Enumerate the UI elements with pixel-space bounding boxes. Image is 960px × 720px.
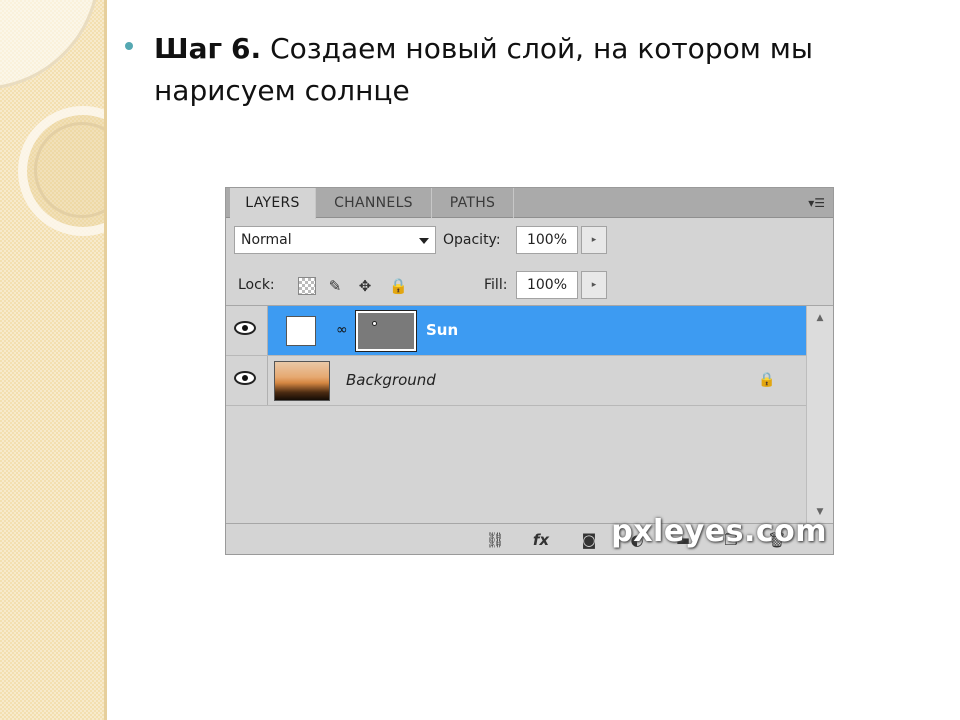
panel-tab-bar: LAYERS CHANNELS PATHS ▾☰ <box>226 188 833 219</box>
fill-input[interactable]: 100% <box>516 271 578 299</box>
opacity-slider-button[interactable]: ▸ <box>581 226 607 254</box>
link-layers-icon[interactable]: ⛓ <box>481 530 509 550</box>
step-label: Шаг <box>154 32 223 65</box>
step-text-line2: нарисуем солнце <box>154 74 410 107</box>
scroll-up-icon[interactable]: ▲ <box>807 308 833 328</box>
step-text-line1: Создаем новый слой, на котором мы <box>270 32 813 65</box>
bullet-icon <box>125 42 133 50</box>
tab-layers[interactable]: LAYERS <box>230 188 316 219</box>
blend-mode-value: Normal <box>241 232 292 248</box>
slide-bullet-text: Шаг 6. Создаем новый слой, на котором мы… <box>154 28 914 112</box>
layers-list: ∞ Sun Background 🔒 ▲ ▼ <box>226 305 833 524</box>
decorative-circle <box>0 0 100 90</box>
fill-label: Fill: <box>484 277 508 293</box>
lock-transparency-icon[interactable] <box>298 277 316 295</box>
fx-icon[interactable]: fx <box>526 530 556 550</box>
eye-icon <box>234 321 256 335</box>
layer-name[interactable]: Background <box>346 356 436 405</box>
watermark: pxleyes.com <box>611 514 827 549</box>
layer-row-sun[interactable]: ∞ Sun <box>226 306 806 356</box>
lock-pixels-icon[interactable]: ✎ <box>326 277 344 295</box>
lock-icon: 🔒 <box>758 372 776 388</box>
layer-name[interactable]: Sun <box>426 306 458 355</box>
add-mask-icon[interactable]: ◙ <box>578 530 600 550</box>
decorative-side-band <box>0 0 106 720</box>
layers-panel: LAYERS CHANNELS PATHS ▾☰ Normal Opacity:… <box>225 187 834 555</box>
layer-mask-thumbnail[interactable] <box>355 310 417 352</box>
blend-mode-select[interactable]: Normal <box>234 226 436 254</box>
chevron-down-icon <box>419 238 429 244</box>
layer-thumbnail <box>286 316 316 346</box>
tab-channels[interactable]: CHANNELS <box>316 188 432 218</box>
mask-dot <box>372 321 377 326</box>
eye-icon <box>234 371 256 385</box>
panel-menu-icon[interactable]: ▾☰ <box>805 196 825 210</box>
tab-paths[interactable]: PATHS <box>432 188 514 218</box>
visibility-toggle[interactable] <box>226 306 268 355</box>
layer-row-background[interactable]: Background 🔒 <box>226 356 806 406</box>
lock-label: Lock: <box>238 277 275 293</box>
chain-link-icon[interactable]: ∞ <box>336 318 348 342</box>
layers-scrollbar[interactable]: ▲ ▼ <box>806 306 833 524</box>
visibility-toggle[interactable] <box>226 356 268 405</box>
opacity-label: Opacity: <box>443 232 501 248</box>
lock-all-icon[interactable]: 🔒 <box>389 277 408 295</box>
lock-position-icon[interactable]: ✥ <box>356 277 374 295</box>
opacity-input[interactable]: 100% <box>516 226 578 254</box>
decorative-band-edge <box>104 0 107 720</box>
fill-slider-button[interactable]: ▸ <box>581 271 607 299</box>
step-number: 6. <box>231 32 262 65</box>
layer-thumbnail <box>274 361 330 401</box>
